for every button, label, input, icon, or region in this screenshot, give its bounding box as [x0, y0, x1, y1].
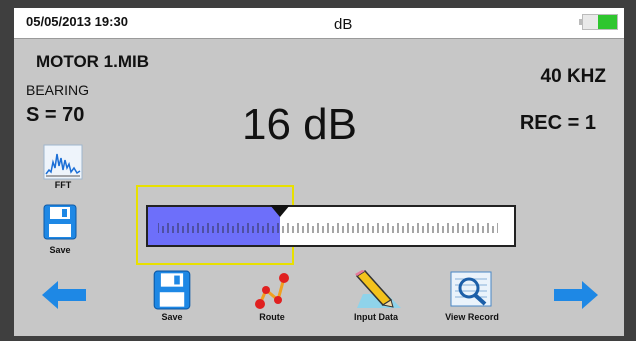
level-meter[interactable] — [146, 205, 516, 247]
meter-marker-icon[interactable] — [269, 205, 290, 217]
arrow-left-icon — [42, 281, 86, 309]
datetime: 05/05/2013 19:30 — [26, 14, 128, 29]
meter-scale — [158, 223, 498, 233]
route-icon — [255, 273, 289, 309]
db-reading: 16 dB — [242, 100, 357, 149]
device-screen: 05/05/2013 19:30 dB MOTOR 1.MIB 40 KHZ B… — [14, 8, 624, 336]
frequency-readout: 40 KHZ — [540, 66, 606, 87]
floppy-disk-icon — [153, 270, 191, 310]
battery-icon — [579, 14, 618, 30]
fft-spectrum-icon — [43, 144, 83, 180]
toolbar-save-button[interactable]: Save — [132, 270, 212, 322]
save-button-left[interactable]: Save — [38, 204, 82, 270]
toolbar-view-record-label: View Record — [445, 312, 499, 322]
previous-button[interactable] — [40, 280, 88, 315]
sensor-type: BEARING — [26, 82, 90, 98]
pencil-icon — [355, 270, 401, 308]
magnifier-record-icon — [450, 271, 492, 307]
record-readout: REC = 1 — [519, 112, 596, 134]
fft-button[interactable]: FFT — [36, 144, 90, 202]
toolbar-input-data-label: Input Data — [354, 312, 398, 322]
toolbar-input-data-button[interactable]: Input Data — [336, 270, 416, 322]
file-name: MOTOR 1.MIB — [36, 52, 150, 71]
fft-label: FFT — [54, 180, 72, 190]
toolbar-route-button[interactable]: Route — [232, 270, 312, 322]
status-bar: 05/05/2013 19:30 dB — [14, 8, 624, 39]
save-left-label: Save — [49, 245, 71, 255]
arrow-right-icon — [554, 281, 598, 309]
sensitivity-readout: S = 70 — [26, 104, 85, 126]
toolbar-view-record-button[interactable]: View Record — [432, 270, 512, 322]
toolbar-route-label: Route — [259, 312, 285, 322]
next-button[interactable] — [552, 280, 600, 315]
toolbar-save-label: Save — [161, 312, 183, 322]
screen-title: dB — [334, 16, 353, 33]
floppy-disk-icon — [43, 204, 77, 240]
